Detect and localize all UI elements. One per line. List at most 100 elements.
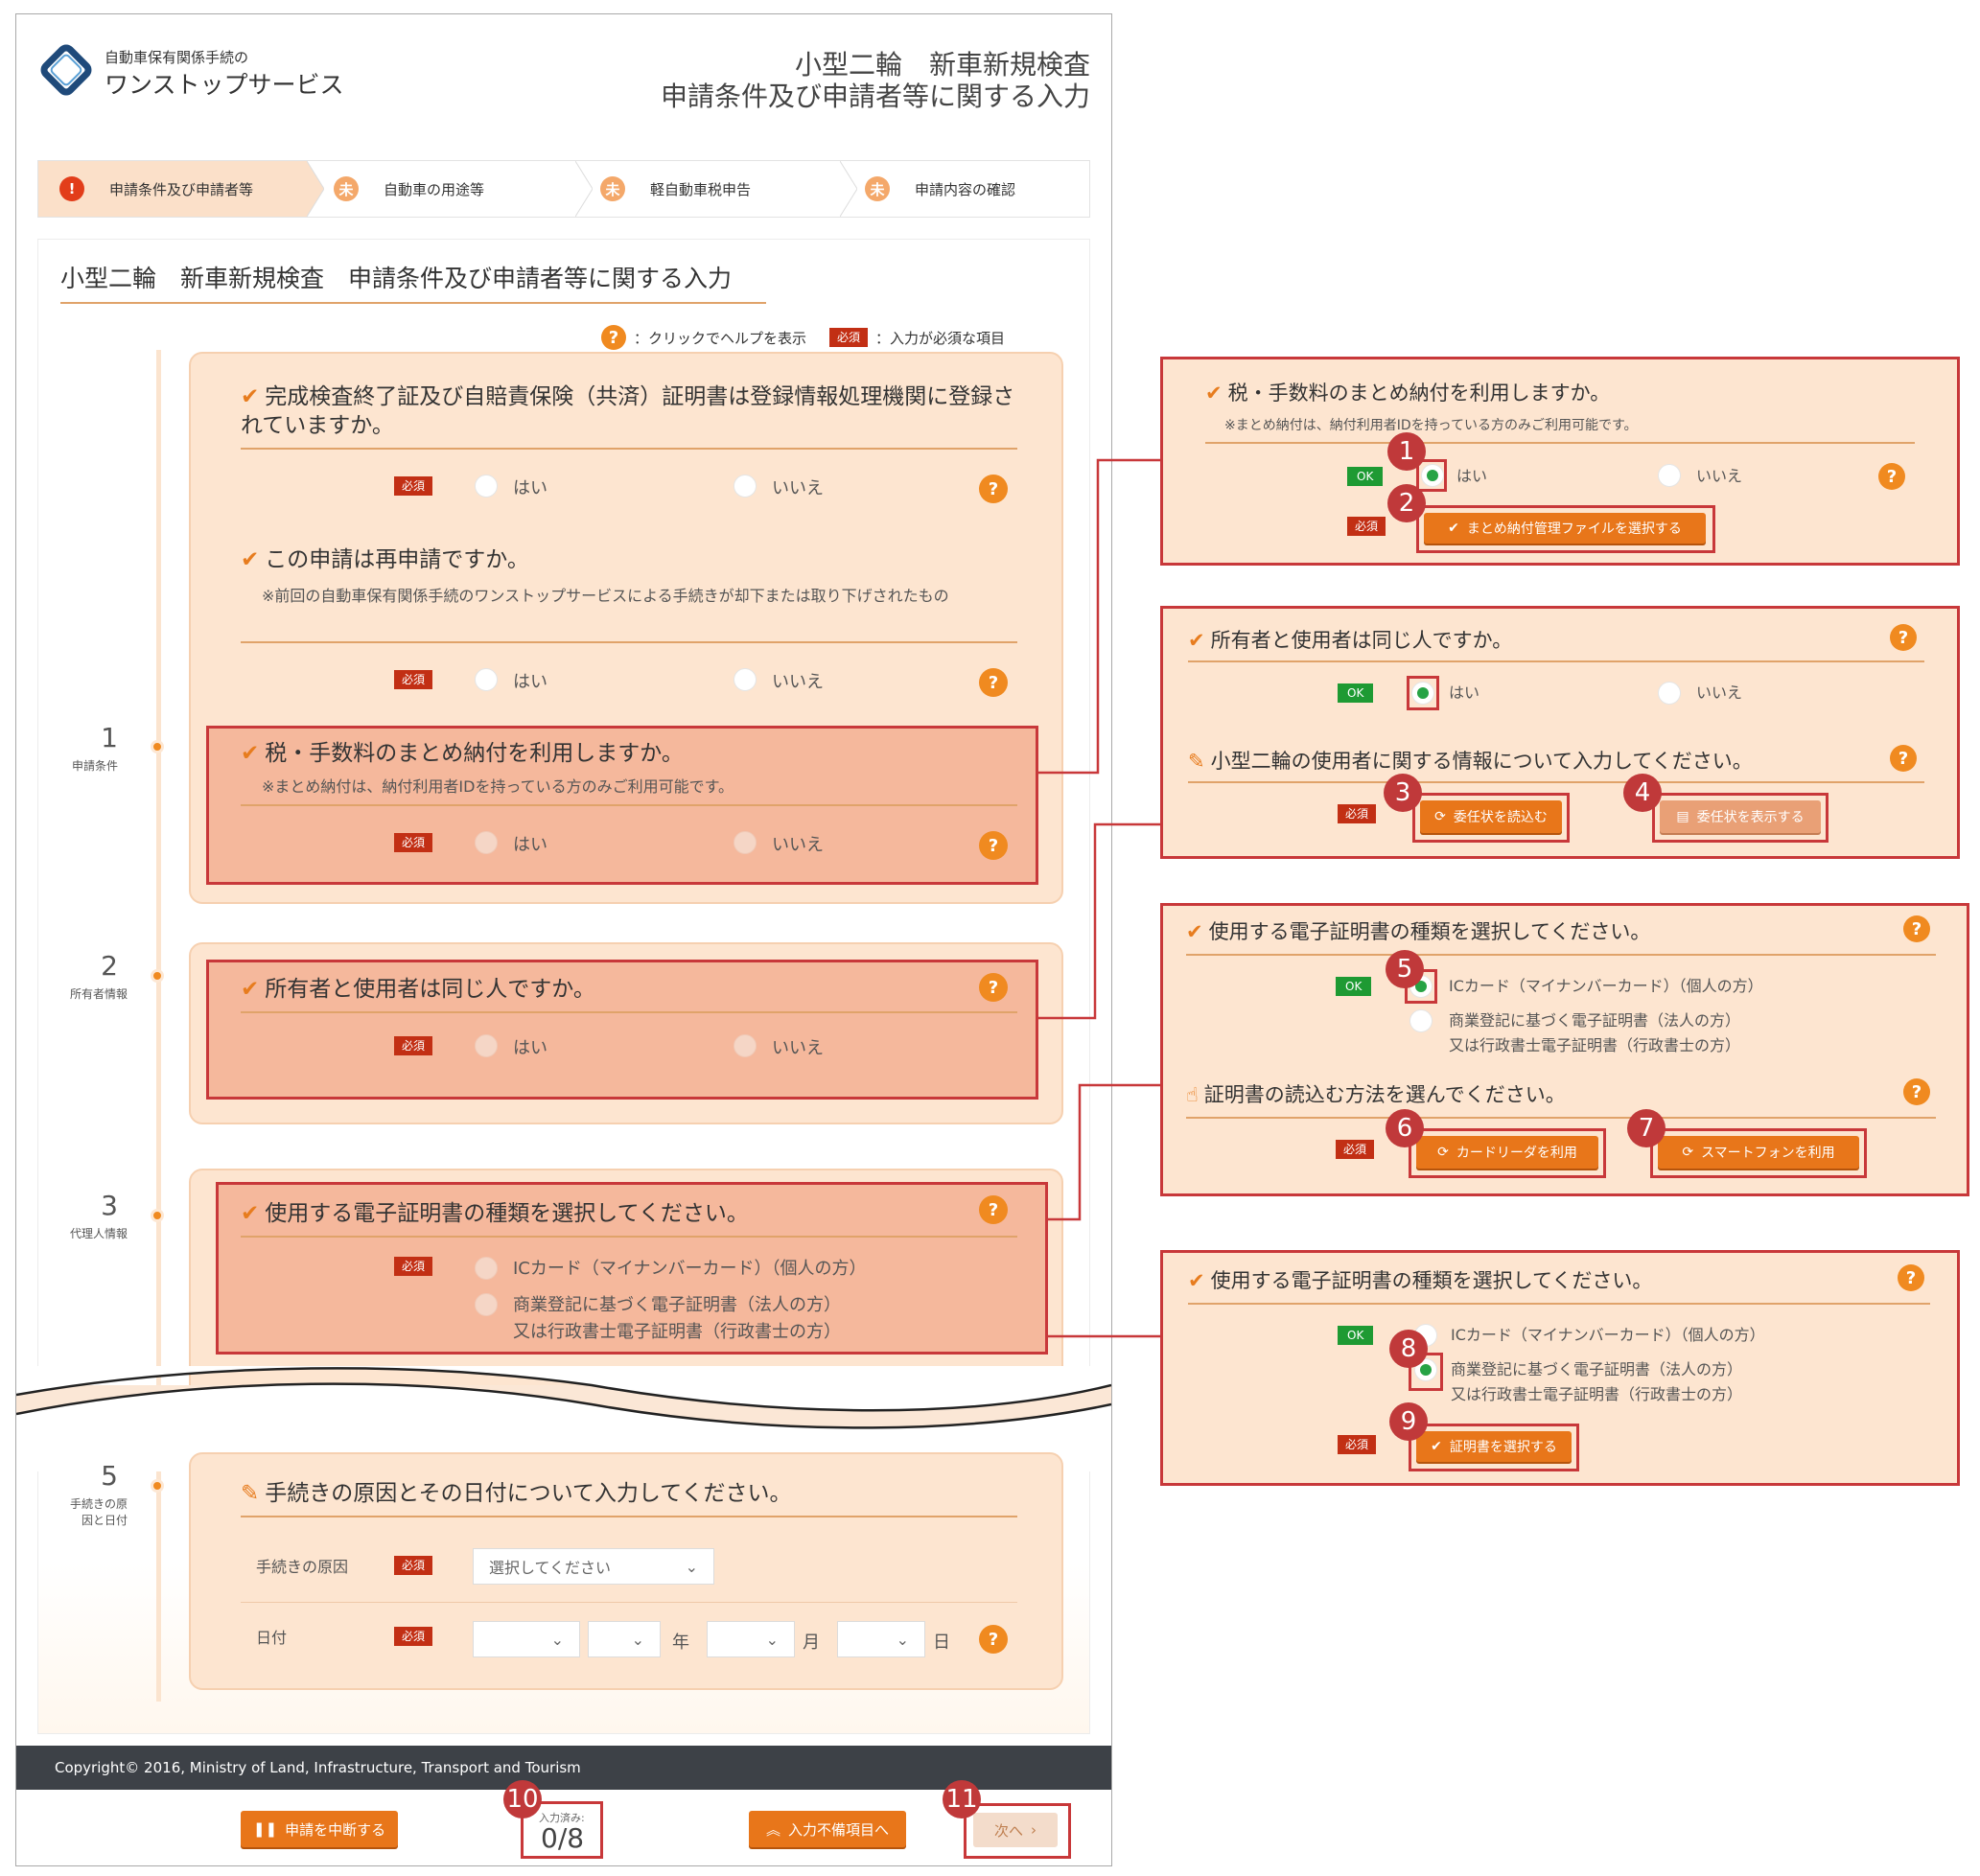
help-icon[interactable]: ? xyxy=(1903,915,1930,942)
step-1[interactable]: ! 申請条件及び申請者等 xyxy=(38,161,307,217)
step-indicator: ! 申請条件及び申請者等 未 自動車の用途等 未 軽自動車税申告 未 申請内容の… xyxy=(37,160,1090,218)
question-underline xyxy=(1188,781,1924,783)
step-3[interactable]: 未 軽自動車税申告 xyxy=(591,161,850,217)
show-proxy-button[interactable]: ▤ 委任状を表示する xyxy=(1660,800,1821,833)
question-underline xyxy=(241,1011,1017,1013)
section-number: 3 xyxy=(101,1190,118,1221)
legend-help-text: ：クリックでヘルプを表示 xyxy=(634,329,807,347)
radio-yes[interactable] xyxy=(475,1034,498,1057)
radio-yes[interactable] xyxy=(475,668,498,691)
radio-yes[interactable] xyxy=(475,475,498,498)
checkmark-icon: ✔ xyxy=(241,1201,260,1226)
step-label: 軽自動車税申告 xyxy=(650,180,752,198)
next-button[interactable]: 次へ › xyxy=(973,1813,1058,1847)
question-text: 使用する電子証明書の種類を選択してください。 xyxy=(265,1201,749,1226)
required-badge: 必須 xyxy=(1338,804,1377,823)
radio-yes[interactable] xyxy=(1421,464,1444,487)
select-certificate-button[interactable]: ✔ 証明書を選択する xyxy=(1416,1431,1572,1462)
suspend-button[interactable]: ❚❚ 申請を中断する xyxy=(241,1811,398,1847)
era-select[interactable]: ⌄ xyxy=(473,1621,580,1657)
check-icon: ✔ xyxy=(1448,521,1459,536)
help-icon[interactable]: ? xyxy=(979,973,1008,1002)
radio-no[interactable] xyxy=(734,1034,757,1057)
page-title: 小型二輪 新車新規検査 申請条件及び申請者等に関する入力 xyxy=(60,265,733,292)
year-unit: 年 xyxy=(672,1633,689,1653)
question-text: 使用する電子証明書の種類を選択してください。 xyxy=(1210,1269,1653,1292)
question-underline xyxy=(241,448,1017,450)
question-registration: ✔ 完成検査終了証及び自賠責保険（共済）証明書は登録情報処理機関に登録されています… xyxy=(241,382,1037,440)
legend: ? ：クリックでヘルプを表示 必須 ：入力が必須な項目 xyxy=(601,325,1005,350)
day-select[interactable]: ⌄ xyxy=(837,1621,925,1657)
radio-no[interactable] xyxy=(734,475,757,498)
logo-title: ワンストップサービス xyxy=(105,71,344,99)
day-unit: 日 xyxy=(933,1633,950,1653)
timeline-dot xyxy=(151,1209,164,1222)
month-select[interactable]: ⌄ xyxy=(707,1621,795,1657)
help-icon[interactable]: ? xyxy=(979,831,1008,860)
radio-no[interactable] xyxy=(734,831,757,854)
section-label: 所有者情報 xyxy=(69,987,128,1001)
chevron-up-icon: ︽ xyxy=(765,1820,780,1839)
radio-no-label: いいえ xyxy=(1696,683,1743,702)
marker-8: 8 xyxy=(1389,1330,1428,1368)
help-icon[interactable]: ? xyxy=(1898,1264,1924,1291)
callout-certificate-method: ✔ 使用する電子証明書の種類を選択してください。 ? OK ICカード（マイナンバ… xyxy=(1160,903,1969,1196)
radio-corporate-cert[interactable] xyxy=(475,1293,498,1316)
help-icon[interactable]: ? xyxy=(1903,1078,1930,1105)
pause-icon: ❚❚ xyxy=(252,1820,278,1838)
help-icon[interactable]: ? xyxy=(1878,463,1905,490)
help-icon[interactable]: ? xyxy=(979,1195,1008,1224)
radio-no[interactable] xyxy=(1658,682,1681,705)
question-underline xyxy=(241,1516,1017,1517)
section-label: 申請条件 xyxy=(71,759,118,773)
step-4[interactable]: 未 申請内容の確認 xyxy=(855,161,1085,217)
radio-yes[interactable] xyxy=(1411,682,1434,705)
load-proxy-button[interactable]: ⟳ 委任状を読込む xyxy=(1420,800,1562,833)
question-tax-payment: ✔ 税・手数料のまとめ納付を利用しますか。 xyxy=(241,739,684,768)
radio-yes[interactable] xyxy=(475,831,498,854)
year-select[interactable]: ⌄ xyxy=(588,1621,661,1657)
card-reader-button[interactable]: ⟳ カードリーダを利用 xyxy=(1416,1136,1598,1169)
copyright-bar: Copyright© 2016, Ministry of Land, Infra… xyxy=(16,1746,1111,1790)
question-text: 使用する電子証明書の種類を選択してください。 xyxy=(1208,920,1651,943)
checkmark-icon: ✔ xyxy=(241,977,260,1002)
radio-no[interactable] xyxy=(1658,464,1681,487)
help-icon[interactable]: ? xyxy=(979,475,1008,503)
checkmark-icon: ✔ xyxy=(1205,382,1223,405)
timeline-dot xyxy=(151,1479,164,1493)
question-underline xyxy=(241,804,1017,806)
ok-badge: OK xyxy=(1338,1326,1374,1345)
marker-6: 6 xyxy=(1386,1109,1424,1147)
smartphone-button[interactable]: ⟳ スマートフォンを利用 xyxy=(1658,1136,1859,1169)
radio-corporate-cert[interactable] xyxy=(1409,1009,1433,1032)
step-2[interactable]: 未 自動車の用途等 xyxy=(324,161,583,217)
question-text: この申請は再申請ですか。 xyxy=(265,547,529,572)
question-reapplication: ✔ この申請は再申請ですか。 xyxy=(241,545,529,574)
question-owner-user: ✔ 所有者と使用者は同じ人ですか。 xyxy=(1188,626,1512,655)
help-icon[interactable]: ? xyxy=(979,1625,1008,1654)
radio-no[interactable] xyxy=(734,668,757,691)
required-badge: 必須 xyxy=(394,833,433,852)
radio-ic-card[interactable] xyxy=(475,1257,498,1280)
section-number: 2 xyxy=(101,950,118,982)
callout-owner-user: ✔ 所有者と使用者は同じ人ですか。 ? OK はい いいえ ✎ 小型二輪の使用者に関… xyxy=(1160,606,1960,859)
checkmark-icon: ✔ xyxy=(241,384,260,409)
button-label: 入力不備項目へ xyxy=(788,1820,890,1839)
question-text: 所有者と使用者は同じ人ですか。 xyxy=(1210,629,1513,652)
incomplete-items-button[interactable]: ︽ 入力不備項目へ xyxy=(749,1811,906,1847)
radio-yes-label: はい xyxy=(1456,467,1488,485)
logo-subtitle: 自動車保有関係手続の xyxy=(105,49,249,66)
chevron-right-icon: › xyxy=(1031,1821,1037,1839)
button-label: スマートフォンを利用 xyxy=(1701,1146,1835,1161)
radio-no-label: いいえ xyxy=(772,672,824,692)
header-title-line2: 申請条件及び申請者等に関する入力 xyxy=(660,81,1090,112)
help-icon[interactable]: ? xyxy=(1890,745,1917,772)
button-label: 次へ xyxy=(993,1821,1023,1840)
step-label: 自動車の用途等 xyxy=(384,180,485,198)
help-icon[interactable]: ? xyxy=(1890,624,1917,651)
cause-select[interactable]: 選択してください ⌄ xyxy=(473,1548,714,1585)
help-icon[interactable]: ? xyxy=(979,668,1008,697)
select-payment-file-button[interactable]: ✔ まとめ納付管理ファイルを選択する xyxy=(1424,513,1706,544)
chevron-down-icon: ⌄ xyxy=(631,1630,644,1649)
required-badge: 必須 xyxy=(1336,1140,1375,1159)
